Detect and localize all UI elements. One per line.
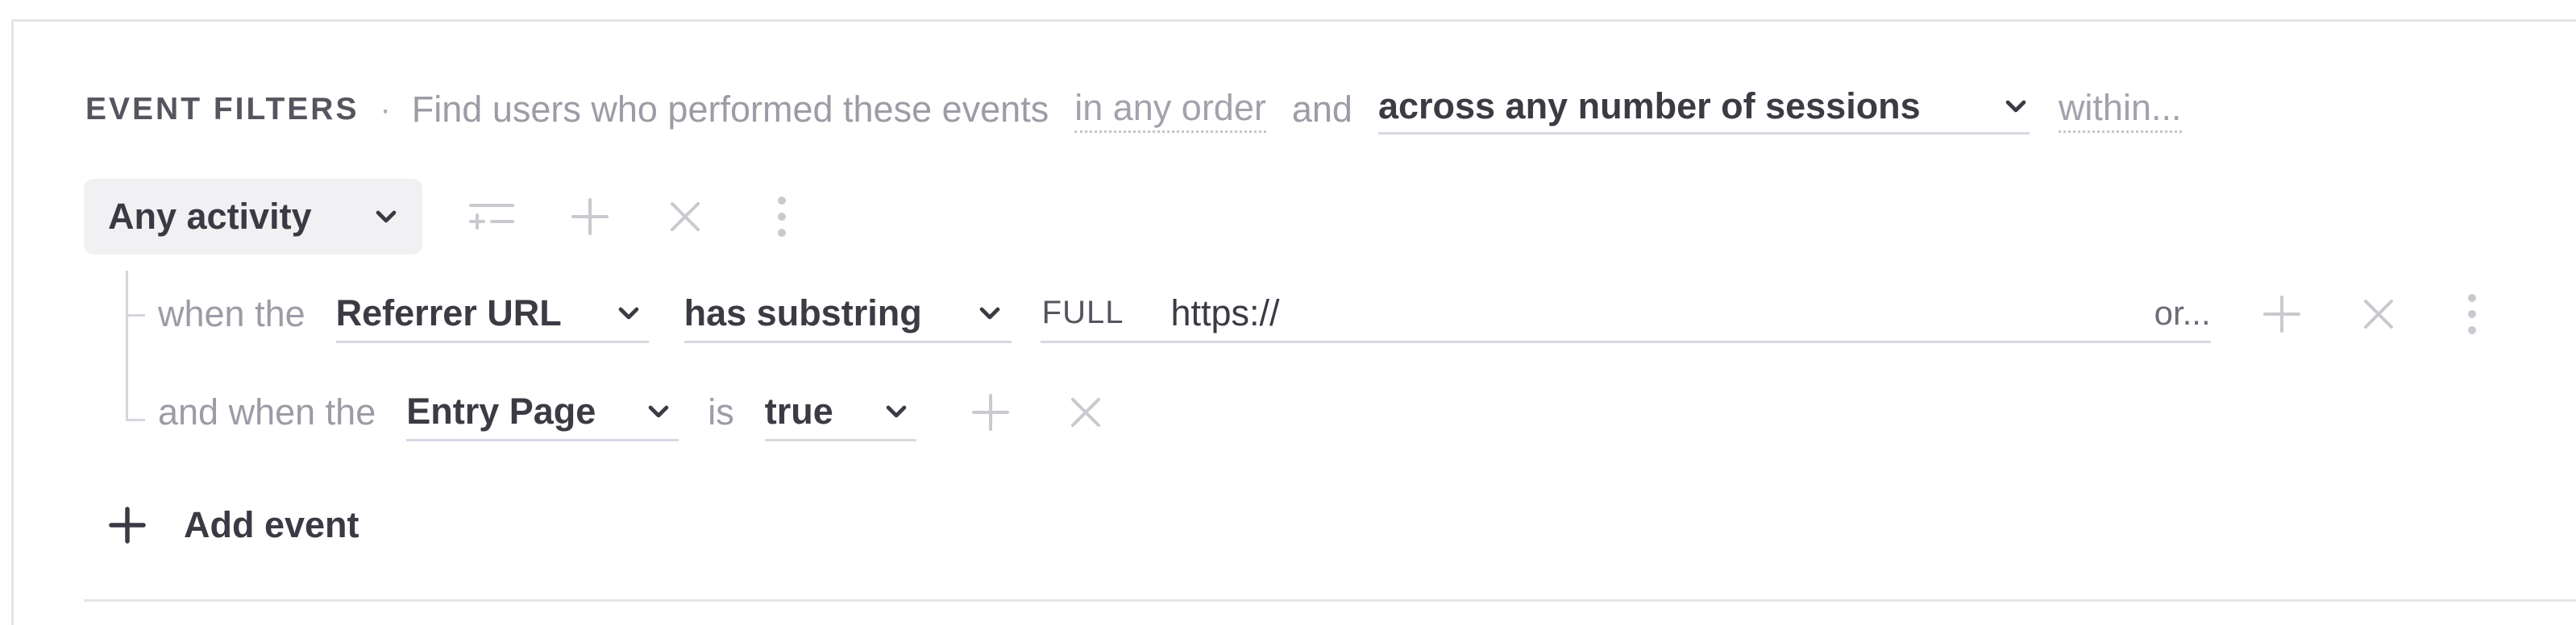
close-icon[interactable] (2354, 290, 2403, 338)
sessions-select[interactable]: across any number of sessions (1377, 85, 2030, 135)
more-vertical-icon[interactable] (2448, 290, 2496, 338)
separator-dot: · (380, 91, 391, 127)
more-vertical-icon[interactable] (758, 192, 806, 241)
filters-description: Find users who performed these events (411, 89, 1049, 130)
property-select-label: Referrer URL (335, 292, 562, 333)
plus-icon[interactable] (566, 192, 614, 241)
value-text: https:// (1170, 292, 1280, 333)
tree-connector-branch (126, 314, 145, 317)
chevron-down-icon (372, 203, 400, 230)
is-connector: is (708, 391, 734, 433)
chevron-down-icon (645, 398, 672, 425)
filter-prefix: and when the (158, 391, 376, 433)
plus-icon[interactable] (2258, 290, 2306, 338)
and-connector: and (1291, 89, 1352, 130)
sessions-select-label: across any number of sessions (1377, 85, 1921, 126)
section-label: EVENT FILTERS (85, 92, 359, 126)
match-mode-toggle[interactable]: FULL (1042, 295, 1124, 331)
plus-icon (105, 503, 150, 548)
property-select[interactable]: Referrer URL (335, 286, 649, 343)
value-input[interactable]: FULL https:// or... (1040, 286, 2211, 343)
chevron-down-icon (2002, 93, 2030, 120)
filter-prefix: when the (158, 293, 305, 334)
or-link[interactable]: or... (2154, 294, 2211, 333)
property-select[interactable]: Entry Page (406, 384, 679, 441)
activity-select-label: Any activity (108, 196, 312, 237)
tree-connector-vertical (126, 271, 128, 420)
close-icon[interactable] (661, 192, 709, 241)
tree-connector-branch (126, 419, 145, 421)
filter-row: when the Referrer URL has substring FULL… (158, 282, 2528, 346)
activity-select[interactable]: Any activity (84, 179, 422, 255)
chevron-down-icon (615, 300, 642, 327)
within-chip[interactable]: within... (2058, 87, 2182, 133)
chevron-down-icon (976, 300, 1003, 327)
bottom-divider (84, 599, 2576, 602)
filter-row: and when the Entry Page is true (158, 380, 1110, 445)
event-row: Any activity (84, 179, 806, 255)
boolean-select[interactable]: true (764, 384, 916, 441)
add-event-label: Add event (184, 504, 359, 545)
close-icon[interactable] (1062, 388, 1110, 437)
property-select-label: Entry Page (406, 390, 596, 432)
add-filter-icon[interactable] (467, 192, 516, 241)
add-event-button[interactable]: Add event (105, 493, 359, 557)
operator-select-label: has substring (683, 292, 922, 333)
plus-icon[interactable] (966, 388, 1015, 437)
order-chip[interactable]: in any order (1074, 87, 1266, 133)
chevron-down-icon (883, 398, 910, 425)
event-filters-header: EVENT FILTERS · Find users who performed… (85, 77, 2182, 142)
boolean-select-label: true (764, 390, 833, 432)
operator-select[interactable]: has substring (683, 286, 1012, 343)
